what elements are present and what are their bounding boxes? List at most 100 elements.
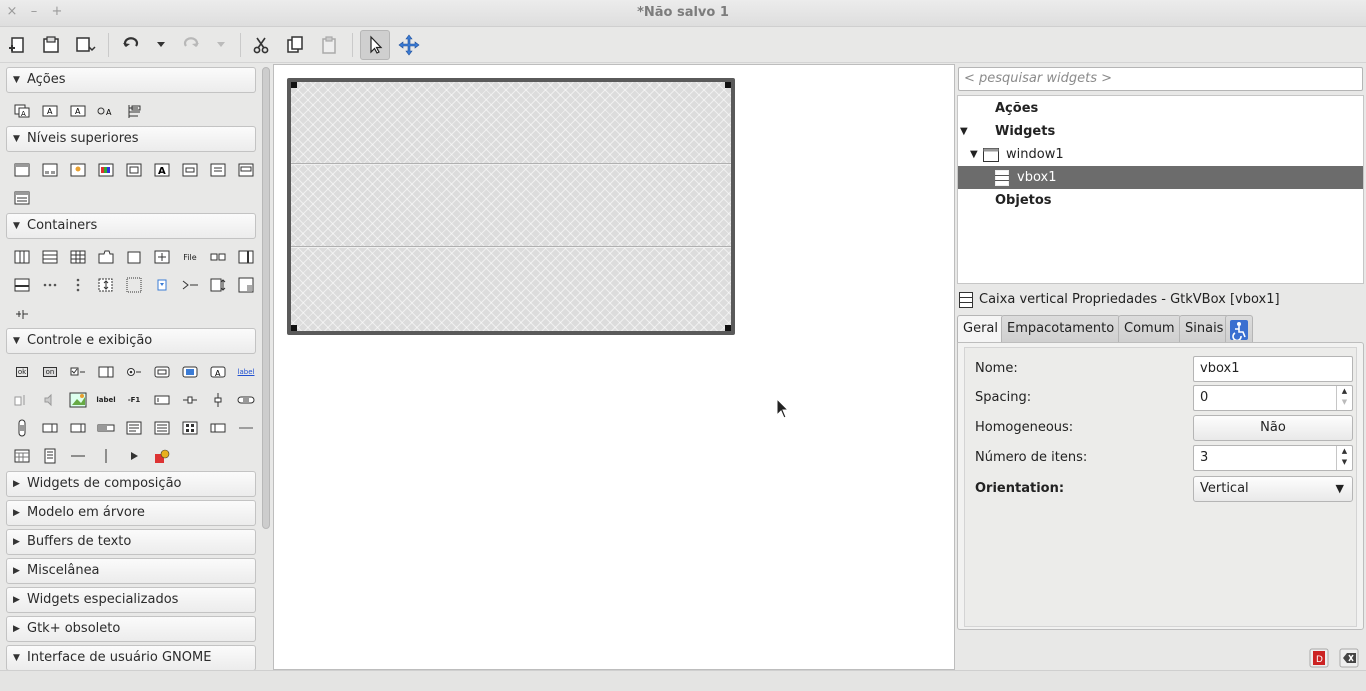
undo-menu-button[interactable] — [146, 30, 176, 60]
frame-icon[interactable] — [120, 244, 148, 270]
button-box-icon[interactable] — [204, 244, 232, 270]
expanded-arrow-icon[interactable]: ▼ — [970, 143, 978, 166]
resize-handle[interactable] — [725, 325, 731, 331]
hbox-icon[interactable] — [8, 244, 36, 270]
palette-section-controle-exibicao[interactable]: ▼ Controle e exibição — [6, 328, 256, 354]
radio-button-icon[interactable] — [120, 359, 148, 385]
accel-label-icon[interactable]: -F1 — [120, 387, 148, 413]
palette-section-gtk-obsoleto[interactable]: ▶ Gtk+ obsoleto — [6, 616, 256, 642]
vertical-dots-icon[interactable] — [64, 272, 92, 298]
accel-group-icon[interactable] — [120, 98, 148, 124]
hscrollbar-icon[interactable] — [232, 387, 260, 413]
drawing-area-icon[interactable] — [148, 443, 176, 469]
link-button-icon[interactable]: label — [232, 359, 260, 385]
alignment-icon[interactable] — [148, 272, 176, 298]
tree-view-icon[interactable] — [148, 415, 176, 441]
palette-section-widgets-composicao[interactable]: ▶ Widgets de composição — [6, 471, 256, 497]
color-button-icon[interactable] — [176, 359, 204, 385]
file-chooser-widget-icon[interactable]: File — [176, 244, 204, 270]
progress-bar-icon[interactable] — [92, 415, 120, 441]
vbox1-preview[interactable] — [291, 82, 731, 331]
notebook-icon[interactable] — [92, 244, 120, 270]
clear-property-button[interactable] — [1338, 647, 1360, 669]
window1-preview[interactable] — [287, 78, 735, 335]
message-dialog-icon[interactable] — [204, 157, 232, 183]
items-spinner[interactable]: 3 ▲ ▼ — [1193, 445, 1353, 471]
open-button[interactable] — [36, 30, 66, 60]
dialog-widget-icon[interactable] — [36, 157, 64, 183]
vscale-icon[interactable] — [204, 387, 232, 413]
hline-icon[interactable] — [64, 443, 92, 469]
name-field[interactable]: vbox1 — [1193, 356, 1353, 382]
tab-sinais[interactable]: Sinais — [1179, 315, 1230, 343]
radio-action-icon[interactable]: A — [92, 98, 120, 124]
drag-resize-button[interactable] — [394, 30, 424, 60]
widget-search-input[interactable]: < pesquisar widgets > — [958, 67, 1363, 91]
vpaned-icon[interactable] — [8, 272, 36, 298]
volume-button-icon[interactable] — [36, 387, 64, 413]
vbox-icon[interactable] — [36, 244, 64, 270]
spin-arrows[interactable]: ▲ ▼ — [1336, 446, 1352, 470]
toggle-button-icon[interactable]: on — [36, 359, 64, 385]
hscale-icon[interactable] — [176, 387, 204, 413]
hseparator-icon[interactable] — [232, 415, 260, 441]
palette-section-widgets-especializados[interactable]: ▶ Widgets especializados — [6, 587, 256, 613]
input-dialog-icon[interactable] — [176, 157, 204, 183]
icon-view-icon[interactable] — [176, 415, 204, 441]
undo-button[interactable] — [116, 30, 146, 60]
combo-entry-icon[interactable] — [64, 415, 92, 441]
vscrollbar-icon[interactable] — [8, 415, 36, 441]
calendar-icon[interactable] — [8, 443, 36, 469]
color-dialog-icon[interactable] — [92, 157, 120, 183]
text-view-icon[interactable] — [120, 415, 148, 441]
about-dialog-icon[interactable] — [64, 157, 92, 183]
redo-button[interactable] — [176, 30, 206, 60]
palette-section-niveis-superiores[interactable]: ▼ Níveis superiores — [6, 126, 256, 152]
cut-button[interactable] — [246, 30, 276, 60]
font-dialog-icon[interactable]: A — [148, 157, 176, 183]
spacing-spinner[interactable]: 0 ▲ ▼ — [1193, 385, 1353, 411]
palette-section-containers[interactable]: ▼ Containers — [6, 213, 256, 239]
scrolled-window-icon[interactable] — [92, 272, 120, 298]
resize-handle[interactable] — [291, 325, 297, 331]
tree-item-objetos[interactable]: Objetos — [958, 189, 1363, 212]
tab-accessibility[interactable] — [1225, 315, 1253, 343]
cell-view-icon[interactable] — [204, 415, 232, 441]
arrow-icon[interactable] — [120, 443, 148, 469]
entry-icon[interactable] — [148, 387, 176, 413]
check-button-icon[interactable] — [64, 359, 92, 385]
paste-button[interactable] — [314, 30, 344, 60]
docs-button[interactable]: D — [1308, 647, 1330, 669]
orientation-combo[interactable]: Vertical ▼ — [1193, 476, 1353, 502]
tree-item-window1[interactable]: ▼ window1 — [958, 143, 1363, 166]
copy-button[interactable] — [280, 30, 310, 60]
hpaned-icon[interactable] — [232, 244, 260, 270]
tab-geral[interactable]: Geral — [957, 315, 1004, 345]
handle-box-icon[interactable] — [8, 300, 36, 326]
combo-box-icon[interactable] — [36, 415, 64, 441]
action-group-icon[interactable]: A — [8, 98, 36, 124]
save-button[interactable] — [70, 30, 100, 60]
menu-icon[interactable] — [36, 443, 64, 469]
vseparator-icon[interactable] — [92, 443, 120, 469]
file-dialog-icon[interactable] — [120, 157, 148, 183]
palette-section-gnome[interactable]: ▼ Interface de usuário GNOME — [6, 645, 256, 671]
palette-section-miscelanea[interactable]: ▶ Miscelânea — [6, 558, 256, 584]
redo-menu-button[interactable] — [206, 30, 236, 60]
font-button-icon[interactable]: A — [204, 359, 232, 385]
spin-arrows[interactable]: ▲ ▼ — [1336, 386, 1352, 410]
window-widget-icon[interactable] — [8, 157, 36, 183]
spin-button-icon[interactable] — [92, 359, 120, 385]
scale-button-icon[interactable] — [8, 387, 36, 413]
toggle-action-icon[interactable]: A — [64, 98, 92, 124]
new-button[interactable] — [2, 30, 32, 60]
palette-scrollbar[interactable] — [262, 67, 270, 529]
viewport-icon[interactable] — [120, 272, 148, 298]
expander-icon[interactable] — [176, 272, 204, 298]
button-widget-icon[interactable]: ok — [8, 359, 36, 385]
image-icon[interactable] — [64, 387, 92, 413]
palette-section-modelo-arvore[interactable]: ▶ Modelo em árvore — [6, 500, 256, 526]
layout-icon[interactable] — [232, 272, 260, 298]
tree-item-acoes[interactable]: Ações — [958, 97, 1363, 120]
file-chooser-button-icon[interactable] — [148, 359, 176, 385]
